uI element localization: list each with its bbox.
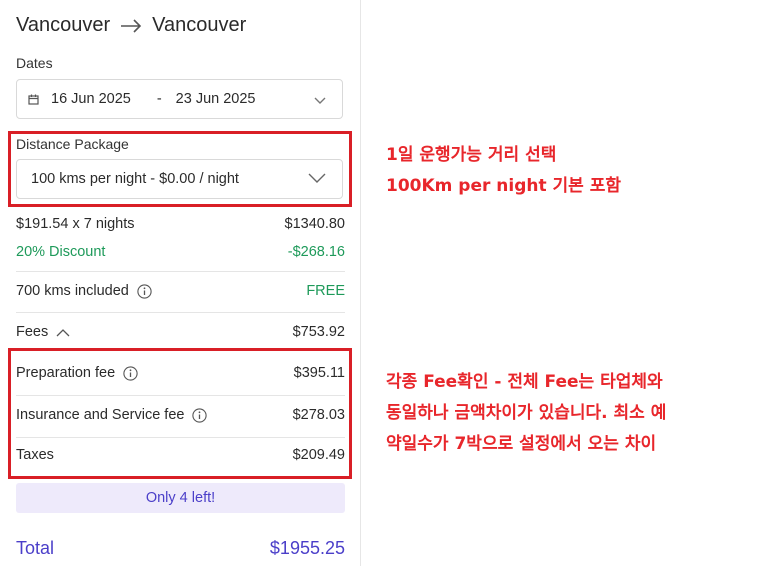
total-amount: $1955.25 (269, 538, 345, 558)
divider (16, 312, 345, 313)
booking-summary-panel: Vancouver Vancouver Dates 16 Jun 2025 - … (0, 0, 361, 566)
annotation-distance-package: 1일 운행가능 거리 선택 100Km per night 기본 포함 (386, 140, 621, 202)
arrow-right-icon (120, 18, 142, 33)
highlight-box-fees (8, 348, 352, 479)
highlight-box-distance-package (8, 131, 352, 207)
end-date[interactable]: 23 Jun 2025 (176, 91, 256, 107)
chevron-down-icon[interactable] (314, 93, 326, 109)
route-from: Vancouver (16, 14, 111, 36)
route-to: Vancouver (152, 14, 247, 36)
annotation-line: 각종 Fee확인 - 전체 Fee는 타업체와 (386, 372, 663, 392)
nightly-rate-row: $191.54 x 7 nights $1340.80 (16, 216, 345, 232)
divider (16, 271, 345, 272)
info-icon[interactable] (137, 283, 152, 299)
nightly-rate-label: $191.54 x 7 nights (16, 216, 135, 232)
annotation-line: 100Km per night 기본 포함 (386, 176, 622, 196)
discount-row: 20% Discount -$268.16 (16, 244, 345, 260)
fees-amount: $753.92 (292, 324, 345, 340)
total-row: Total $1955.25 (16, 538, 345, 559)
start-date[interactable]: 16 Jun 2025 (51, 91, 131, 107)
annotation-line: 1일 운행가능 거리 선택 (386, 145, 557, 165)
availability-banner: Only 4 left! (16, 483, 345, 513)
fees-label: Fees (16, 324, 49, 340)
discount-label: 20% Discount (16, 244, 106, 260)
date-range-picker[interactable]: 16 Jun 2025 - 23 Jun 2025 (16, 79, 343, 119)
dates-label: Dates (16, 55, 53, 71)
calendar-icon (28, 94, 39, 105)
kms-included-label: 700 kms included (16, 283, 129, 299)
nightly-rate-amount: $1340.80 (284, 216, 345, 232)
route-header: Vancouver Vancouver (16, 14, 246, 37)
discount-amount: -$268.16 (287, 244, 345, 260)
date-separator: - (156, 91, 162, 107)
total-label: Total (16, 538, 55, 558)
chevron-up-icon[interactable] (56, 328, 70, 337)
kms-included-value: FREE (306, 283, 345, 299)
annotation-line: 동일하나 금액차이가 있습니다. 최소 예 (386, 403, 667, 423)
annotation-fees: 각종 Fee확인 - 전체 Fee는 타업체와 동일하나 금액차이가 있습니다.… (386, 367, 666, 460)
annotation-line: 약일수가 7박으로 설정에서 오는 차이 (386, 434, 657, 454)
fees-row[interactable]: Fees $753.92 (16, 324, 345, 340)
kms-included-row: 700 kms included FREE (16, 283, 345, 299)
